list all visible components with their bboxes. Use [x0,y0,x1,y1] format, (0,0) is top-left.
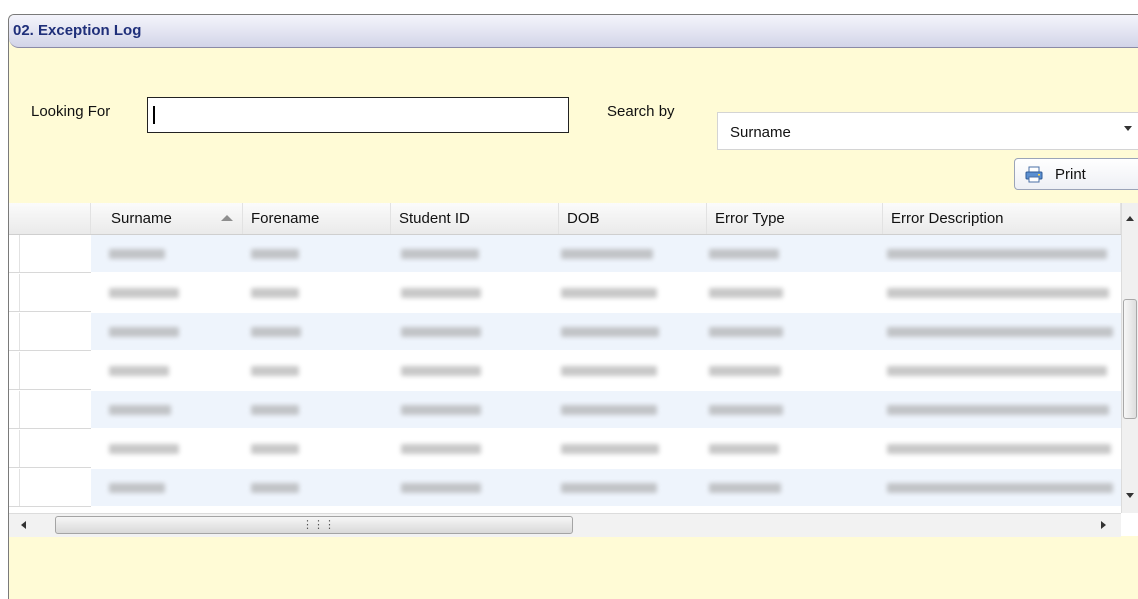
search-by-value: Surname [730,124,791,141]
redacted-cell [561,444,659,454]
column-header-forename[interactable]: Forename [243,203,391,234]
exception-log-window: 02. Exception Log Looking For Search by … [8,14,1138,599]
column-header-error-type[interactable]: Error Type [707,203,883,234]
redacted-cell [109,405,171,415]
row-header-divider [19,430,20,467]
redacted-cell [709,249,779,259]
redacted-cell [561,249,653,259]
redacted-cell [561,288,657,298]
search-by-label: Search by [607,103,675,120]
redacted-cell [561,327,659,337]
table-row[interactable] [91,352,1121,389]
row-header-divider [19,235,20,272]
table-row[interactable] [91,313,1121,350]
redacted-cell [251,444,299,454]
looking-for-input[interactable] [147,97,569,133]
redacted-cell [109,444,179,454]
column-header-label: Student ID [399,210,470,227]
row-header[interactable] [9,274,91,312]
redacted-cell [709,444,779,454]
redacted-cell [887,327,1113,337]
scroll-up-arrow-icon[interactable] [1126,216,1134,221]
redacted-cell [709,366,781,376]
redacted-cell [887,249,1107,259]
column-header-label: Error Description [891,210,1004,227]
redacted-cell [251,327,301,337]
redacted-cell [561,483,657,493]
redacted-cell [401,327,481,337]
table-row[interactable] [91,274,1121,311]
search-by-dropdown[interactable]: Surname [717,112,1138,150]
table-row[interactable] [91,430,1121,467]
row-header-divider [19,391,20,428]
vertical-scroll-thumb[interactable] [1123,299,1137,419]
redacted-cell [251,405,299,415]
row-header[interactable] [9,430,91,468]
column-header-label: DOB [567,210,600,227]
column-header-label: Forename [251,210,320,227]
redacted-cell [561,366,657,376]
redacted-cell [709,327,783,337]
row-header[interactable] [9,469,91,507]
redacted-cell [401,288,481,298]
redacted-cell [109,249,165,259]
row-header[interactable] [9,235,91,273]
redacted-cell [401,444,481,454]
redacted-cell [109,288,179,298]
scroll-right-arrow-icon[interactable] [1101,521,1106,529]
dropdown-arrow-icon[interactable] [1124,126,1132,131]
print-button[interactable]: Print [1014,158,1138,190]
redacted-cell [887,366,1107,376]
table-row[interactable] [91,391,1121,428]
column-header-dob[interactable]: DOB [559,203,707,234]
row-header-divider [19,469,20,506]
redacted-cell [887,483,1113,493]
row-header[interactable] [9,352,91,390]
redacted-cell [251,483,299,493]
scroll-left-arrow-icon[interactable] [21,521,26,529]
grid-header: Surname Forename Student ID DOB Error Ty… [9,203,1138,235]
redacted-cell [709,405,783,415]
table-row[interactable] [91,469,1121,506]
table-row[interactable] [91,235,1121,272]
looking-for-label: Looking For [31,103,111,120]
redacted-cell [887,405,1109,415]
column-header-error-description[interactable]: Error Description [883,203,1121,234]
redacted-cell [561,405,657,415]
redacted-cell [401,366,481,376]
print-button-label: Print [1055,166,1086,183]
row-header-corner [9,203,91,234]
scroll-grip-icon: ⋮⋮⋮ [302,519,335,531]
scroll-down-arrow-icon[interactable] [1126,493,1134,498]
text-caret [153,106,155,124]
redacted-cell [109,327,179,337]
row-header-divider [19,274,20,311]
redacted-cell [109,366,169,376]
row-header-divider [19,313,20,350]
row-header[interactable] [9,391,91,429]
redacted-cell [109,483,165,493]
redacted-cell [887,444,1111,454]
row-header[interactable] [9,313,91,351]
redacted-cell [251,366,299,376]
column-header-label: Surname [111,210,172,227]
horizontal-scroll-thumb[interactable]: ⋮⋮⋮ [55,516,573,534]
redacted-cell [887,288,1109,298]
redacted-cell [251,249,299,259]
column-header-student-id[interactable]: Student ID [391,203,559,234]
column-header-label: Error Type [715,210,785,227]
window-title: 02. Exception Log [13,22,142,39]
redacted-cell [401,405,481,415]
redacted-cell [709,288,783,298]
window-titlebar: 02. Exception Log [9,15,1138,48]
redacted-cell [401,249,479,259]
sort-ascending-icon [221,215,233,221]
printer-icon [1025,166,1043,183]
row-header-divider [19,352,20,389]
redacted-cell [251,288,299,298]
exception-grid: Surname Forename Student ID DOB Error Ty… [9,203,1138,537]
redacted-cell [401,483,481,493]
redacted-cell [709,483,781,493]
